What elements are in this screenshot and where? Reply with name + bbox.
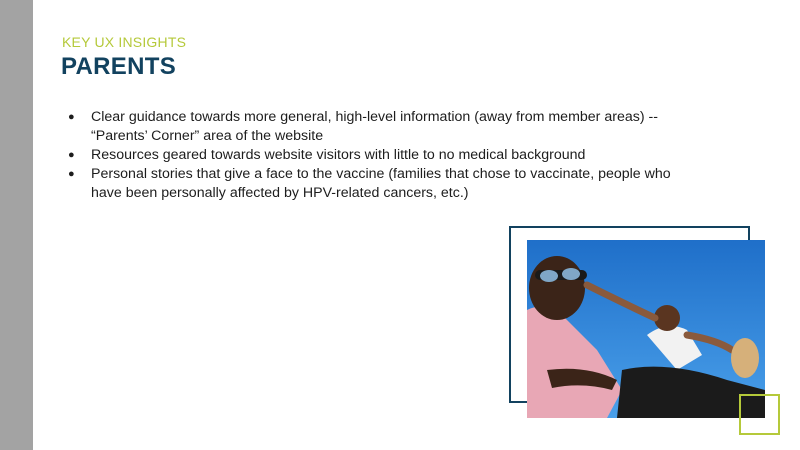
- slide-title: PARENTS: [61, 53, 176, 80]
- bullet-text-line: “Parents’ Corner” area of the website: [91, 128, 324, 144]
- bullet-icon: ●: [68, 149, 75, 161]
- left-sidebar-bar: [0, 0, 33, 450]
- list-item: ● Clear guidance towards more general, h…: [62, 108, 702, 146]
- accent-square-outline: [739, 394, 780, 435]
- family-photo: [527, 240, 765, 418]
- list-item: ● Personal stories that give a face to t…: [62, 165, 702, 203]
- bullet-text-line: Resources geared towards website visitor…: [91, 147, 586, 163]
- bullet-text-line: Personal stories that give a face to the…: [91, 166, 671, 182]
- bullet-icon: ●: [68, 168, 75, 180]
- section-kicker: KEY UX INSIGHTS: [62, 34, 187, 50]
- bullet-text-line: have been personally affected by HPV-rel…: [91, 185, 469, 201]
- bullet-text-line: Clear guidance towards more general, hig…: [91, 109, 658, 125]
- bullet-icon: ●: [68, 111, 75, 123]
- list-item: ● Resources geared towards website visit…: [62, 146, 702, 165]
- family-photo-illustration: [527, 240, 765, 418]
- insight-list: ● Clear guidance towards more general, h…: [62, 108, 702, 203]
